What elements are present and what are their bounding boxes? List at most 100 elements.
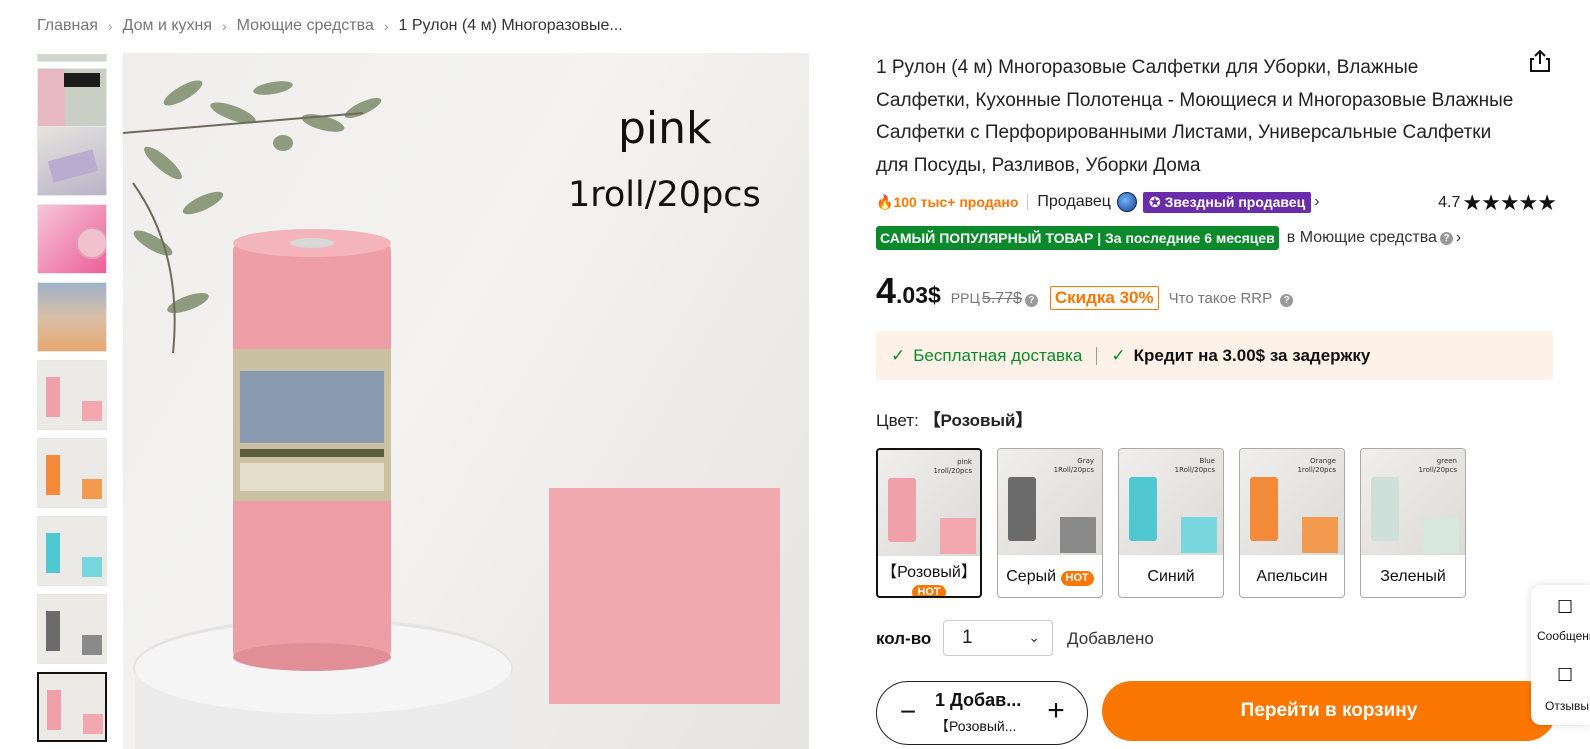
price-integer: 4	[876, 270, 897, 311]
free-shipping-text: Бесплатная доставка	[913, 345, 1083, 365]
minus-icon[interactable]: −	[893, 696, 923, 728]
quantity-select[interactable]: 1 ⌄	[943, 620, 1053, 656]
price-decimal: .03$	[896, 282, 941, 308]
rrp-label: РРЦ	[950, 290, 980, 306]
thumbnail-0[interactable]	[37, 54, 107, 62]
hot-badge: HOT	[912, 585, 946, 596]
rating-value: 4.7	[1438, 194, 1461, 211]
chevron-down-icon: ⌄	[1028, 629, 1040, 645]
color-option-image: Gray 1Roll/20pcs	[998, 449, 1102, 555]
added-text: Добавлено	[1067, 629, 1154, 648]
check-icon: ✓	[891, 345, 906, 365]
stepper-variant-text: 【Розовый...	[935, 718, 1017, 734]
fire-icon: 🔥	[876, 193, 894, 210]
color-option-image: green 1roll/20pcs	[1361, 449, 1465, 555]
help-icon[interactable]: ?	[1439, 231, 1453, 245]
color-option-label: Апельсин	[1256, 568, 1328, 585]
quantity-label: кол-во	[876, 629, 932, 648]
product-meta-row: 🔥100 тыс+ продано Продавец ✪ Звездный пр…	[876, 190, 1557, 216]
message-icon[interactable]: ☐	[1557, 597, 1573, 618]
help-icon[interactable]: ?	[1280, 294, 1294, 307]
cloth-shape	[1423, 517, 1459, 553]
review-icon[interactable]: ☐	[1557, 665, 1573, 686]
color-option-image-text: Orange 1roll/20pcs	[1297, 457, 1336, 474]
side-panel: ☐ Сообщения ☐ Отзывы	[1531, 585, 1590, 725]
color-option-1[interactable]: Gray 1Roll/20pcs Серый HOT	[997, 448, 1103, 598]
plus-icon[interactable]: +	[1041, 694, 1071, 728]
main-product-image[interactable]: pink 1roll/20pcs	[123, 53, 809, 749]
color-option-label: Зеленый	[1380, 568, 1446, 585]
thumbnail-9-active[interactable]	[37, 672, 107, 742]
image-color-text: pink	[618, 103, 712, 154]
help-icon[interactable]: ?	[1024, 294, 1038, 307]
share-icon[interactable]	[1527, 48, 1553, 74]
color-option-label: Синий	[1147, 568, 1195, 585]
chevron-right-icon: ›	[107, 18, 113, 34]
roll-shape	[888, 478, 916, 542]
check-icon: ✓	[1111, 345, 1126, 365]
thumbnail-4[interactable]	[37, 282, 107, 352]
cloth-shape	[1302, 517, 1338, 553]
rating-stars-icon: ★★★★★	[1462, 190, 1557, 215]
what-is-rrp-link[interactable]: Что такое RRP	[1169, 290, 1273, 307]
color-selected: 【Розовый】	[923, 411, 1033, 430]
color-option-image-text: pink 1roll/20pcs	[933, 458, 972, 475]
thumbnail-7[interactable]	[37, 516, 107, 586]
seller-label[interactable]: Продавец	[1037, 193, 1111, 211]
color-option-label: 【Розовый】 HOT	[881, 564, 977, 598]
color-option-image: Orange 1roll/20pcs	[1240, 449, 1344, 555]
color-option-label: Серый HOT	[998, 568, 1102, 586]
breadcrumb-detergents[interactable]: Моющие средства	[237, 17, 374, 35]
chevron-right-icon[interactable]: ›	[1314, 193, 1319, 211]
color-option-image-text: Gray 1Roll/20pcs	[1053, 457, 1094, 474]
product-title: 1 Рулон (4 м) Многоразовые Салфетки для …	[876, 57, 1514, 176]
roll-shape	[1129, 477, 1157, 541]
thumbnail-3[interactable]	[37, 204, 107, 274]
color-option-image: pink 1roll/20pcs	[878, 450, 980, 556]
product-illustration	[123, 80, 780, 749]
color-option-2[interactable]: Blue 1Roll/20pcs Синий	[1118, 448, 1224, 598]
thumbnail-5[interactable]	[37, 360, 107, 430]
roll-shape	[1371, 477, 1399, 541]
cloth-shape	[940, 518, 976, 554]
go-to-cart-button[interactable]: Перейти в корзину	[1102, 681, 1556, 741]
price-row: 4 .03$ РРЦ 5.77$ ? Скидка 30% Что такое …	[876, 270, 1294, 312]
cloth-shape	[1181, 517, 1217, 553]
cart-quantity-stepper: − 1 Добав... 【Розовый... +	[876, 681, 1088, 745]
color-option-4[interactable]: green 1roll/20pcs Зеленый	[1360, 448, 1466, 598]
breadcrumb-current: 1 Рулон (4 м) Многоразовые...	[398, 17, 623, 34]
messages-label[interactable]: Сообщения	[1537, 629, 1590, 643]
rrp-value: 5.77$	[981, 290, 1022, 307]
popular-row: САМЫЙ ПОПУЛЯРНЫЙ ТОВАР | За последние 6 …	[876, 226, 1461, 250]
reviews-label[interactable]: Отзывы	[1545, 699, 1589, 713]
chevron-right-icon: ›	[222, 18, 227, 34]
roll-shape	[1008, 477, 1036, 541]
stepper-added-text: 1 Добав...	[935, 690, 1022, 710]
chevron-right-icon[interactable]: ›	[1456, 229, 1461, 247]
breadcrumb: Главная › Дом и кухня › Моющие средства …	[37, 17, 623, 35]
thumbnail-2[interactable]	[37, 126, 107, 196]
seller-logo-icon[interactable]	[1116, 192, 1137, 212]
breadcrumb-home-kitchen[interactable]: Дом и кухня	[123, 17, 212, 35]
rating[interactable]: 4.7 ★★★★★	[1438, 190, 1557, 216]
thumbnail-8[interactable]	[37, 594, 107, 664]
star-seller-badge[interactable]: ✪ Звездный продавец	[1142, 191, 1312, 213]
cloth-shape	[1060, 517, 1096, 553]
breadcrumb-home[interactable]: Главная	[37, 17, 98, 35]
chevron-right-icon: ›	[383, 18, 389, 34]
sold-count: 🔥100 тыс+ продано	[876, 193, 1019, 210]
color-label: Цвет: 【Розовый】	[876, 411, 1033, 430]
discount-badge: Скидка 30%	[1049, 286, 1159, 310]
color-option-0[interactable]: pink 1roll/20pcs 【Розовый】 HOT	[876, 448, 982, 598]
quantity-value: 1	[962, 627, 973, 648]
popular-category-link[interactable]: в Моющие средства	[1287, 229, 1437, 247]
color-option-3[interactable]: Orange 1roll/20pcs Апельсин	[1239, 448, 1345, 598]
thumbnail-list	[37, 54, 107, 749]
thumbnail-6[interactable]	[37, 438, 107, 508]
divider	[1027, 194, 1029, 210]
popular-badge: САМЫЙ ПОПУЛЯРНЫЙ ТОВАР | За последние 6 …	[876, 226, 1279, 250]
color-option-image-text: Blue 1Roll/20pcs	[1174, 457, 1215, 474]
color-option-image: Blue 1Roll/20pcs	[1119, 449, 1223, 555]
color-option-image-text: green 1roll/20pcs	[1418, 457, 1457, 474]
credit-text: Кредит на 3.00$ за задержку	[1133, 345, 1371, 365]
